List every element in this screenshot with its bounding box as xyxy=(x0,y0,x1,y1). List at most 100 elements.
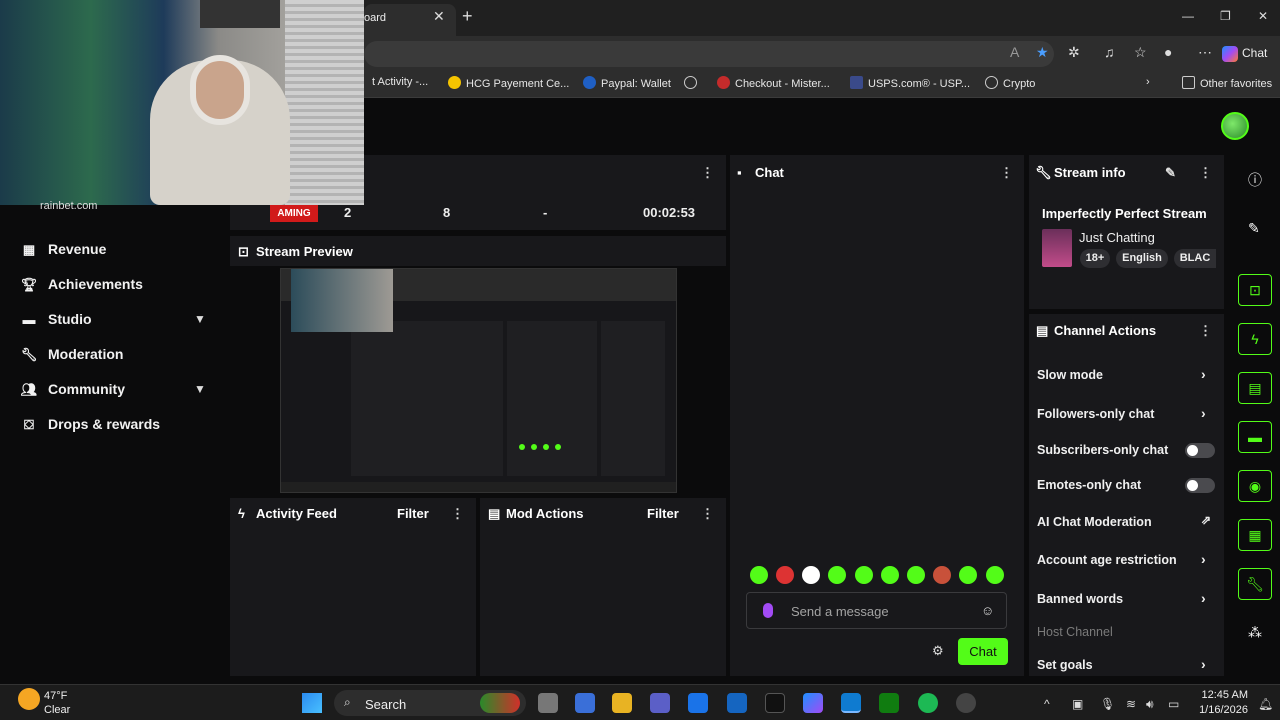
address-bar[interactable] xyxy=(364,41,1054,67)
favorites-chevron-icon[interactable]: › xyxy=(1146,76,1150,88)
store-icon[interactable] xyxy=(688,693,708,713)
favorites-icon[interactable]: ☆ xyxy=(1134,44,1147,61)
favorite-link-6[interactable]: Crypto xyxy=(985,76,1035,90)
minimize-icon[interactable]: — xyxy=(1182,9,1194,23)
emote-button[interactable] xyxy=(750,566,768,584)
emote-button[interactable] xyxy=(907,566,925,584)
external-link-icon[interactable]: ⇗ xyxy=(1201,513,1211,527)
user-avatar[interactable] xyxy=(1221,112,1249,140)
profile-icon[interactable]: ● xyxy=(1164,44,1172,60)
sidebar-item-revenue[interactable]: ▦ Revenue xyxy=(20,241,107,258)
chevron-right-icon[interactable]: › xyxy=(1201,590,1206,606)
favorite-link-globe[interactable] xyxy=(684,76,702,90)
stats-menu-icon[interactable]: ⋮ xyxy=(701,165,714,181)
chevron-right-icon[interactable]: › xyxy=(1201,405,1206,421)
activity-filter-button[interactable]: Filter xyxy=(397,506,429,521)
read-aloud-icon[interactable]: A xyxy=(1010,44,1019,60)
tray-app-icon[interactable]: ▣ xyxy=(1072,697,1083,711)
notifications-icon[interactable]: 🔔︎ xyxy=(1258,697,1273,711)
chat-menu-icon[interactable]: ⋮ xyxy=(1000,165,1013,181)
rail-button-tools[interactable]: 🔧︎ xyxy=(1238,568,1272,600)
copilot-app-icon[interactable] xyxy=(803,693,823,713)
teams-icon[interactable] xyxy=(650,693,670,713)
chevron-right-icon[interactable]: › xyxy=(1201,656,1206,672)
followers-only-item[interactable]: Followers-only chat xyxy=(1037,407,1154,421)
rail-button-channel[interactable]: ▦ xyxy=(1238,519,1272,551)
favorite-link-1[interactable]: t Activity -... xyxy=(372,76,428,88)
maximize-icon[interactable]: ❐ xyxy=(1220,9,1231,23)
chevron-down-icon[interactable]: ▼ xyxy=(194,382,206,396)
chevron-down-icon[interactable]: ▼ xyxy=(194,312,206,326)
security-shield-icon[interactable] xyxy=(727,693,747,713)
emoji-icon[interactable]: ☺ xyxy=(981,603,994,618)
channel-actions-menu-icon[interactable]: ⋮ xyxy=(1199,323,1212,339)
other-favorites[interactable]: Other favorites xyxy=(1182,76,1272,90)
obs-icon[interactable] xyxy=(956,693,976,713)
slow-mode-item[interactable]: Slow mode xyxy=(1037,368,1103,382)
stream-preview-video[interactable] xyxy=(280,268,677,493)
volume-icon[interactable]: 🔊︎ xyxy=(1146,697,1154,712)
emote-button[interactable] xyxy=(802,566,820,584)
extensions-icon[interactable]: ✲ xyxy=(1068,44,1080,61)
set-goals-item[interactable]: Set goals xyxy=(1037,658,1093,672)
banned-words-item[interactable]: Banned words xyxy=(1037,592,1123,606)
clock-date[interactable]: 1/16/2026 xyxy=(1198,704,1248,716)
clock-time[interactable]: 12:45 AM xyxy=(1198,689,1248,701)
sidebar-item-drops[interactable]: ⛋ Drops & rewards xyxy=(20,416,160,433)
stream-info-menu-icon[interactable]: ⋮ xyxy=(1199,165,1212,181)
edge-icon[interactable] xyxy=(841,693,861,713)
rail-button-broadcast[interactable]: ◉ xyxy=(1238,470,1272,502)
favorite-link-3[interactable]: Paypal: Wallet xyxy=(583,76,671,90)
microphone-tray-icon[interactable]: 🎙︎ xyxy=(1100,697,1115,711)
wifi-icon[interactable]: ≋ xyxy=(1126,697,1136,711)
spotify-icon[interactable] xyxy=(918,693,938,713)
mod-menu-icon[interactable]: ⋮ xyxy=(701,506,714,522)
sidebar-item-achievements[interactable]: 🏆︎ Achievements xyxy=(20,276,143,293)
rail-button-activity[interactable]: ϟ xyxy=(1238,323,1272,355)
apps-icon[interactable]: ⁂ xyxy=(1248,624,1262,641)
chat-settings-icon[interactable]: ⚙ xyxy=(932,643,944,659)
sidebar-item-moderation[interactable]: 🔧︎ Moderation xyxy=(20,346,124,363)
copilot-chat-button[interactable]: Chat xyxy=(1222,41,1278,65)
emote-button[interactable] xyxy=(933,566,951,584)
sidebar-item-studio[interactable]: ▬ Studio xyxy=(20,311,92,327)
ai-moderation-item[interactable]: AI Chat Moderation xyxy=(1037,515,1152,529)
subscribers-only-toggle[interactable] xyxy=(1185,443,1215,458)
activity-menu-icon[interactable]: ⋮ xyxy=(451,506,464,522)
emote-button[interactable] xyxy=(776,566,794,584)
mod-filter-button[interactable]: Filter xyxy=(647,506,679,521)
weather-moon-icon[interactable] xyxy=(18,688,40,710)
chevron-right-icon[interactable]: › xyxy=(1201,366,1206,382)
sidebar-item-community[interactable]: 👥︎ Community xyxy=(20,381,125,398)
emote-button[interactable] xyxy=(855,566,873,584)
emotes-only-toggle[interactable] xyxy=(1185,478,1215,493)
file-explorer-icon[interactable] xyxy=(612,693,632,713)
tiktok-icon[interactable] xyxy=(765,693,785,713)
edit-pencil-icon[interactable]: ✎ xyxy=(1165,165,1176,181)
emote-button[interactable] xyxy=(828,566,846,584)
rail-button-chat[interactable]: ▬ xyxy=(1238,421,1272,453)
rail-button-preview[interactable]: ⊡ xyxy=(1238,274,1272,306)
microphone-icon[interactable] xyxy=(763,603,773,618)
emote-button[interactable] xyxy=(881,566,899,584)
close-window-icon[interactable]: ✕ xyxy=(1258,9,1268,23)
windows-start-icon[interactable] xyxy=(302,693,322,713)
favorite-link-2[interactable]: HCG Payement Ce... xyxy=(448,76,569,90)
new-tab-icon[interactable]: + xyxy=(462,6,473,27)
task-view-icon[interactable] xyxy=(538,693,558,713)
emote-button[interactable] xyxy=(986,566,1004,584)
favorite-link-4[interactable]: Checkout - Mister... xyxy=(717,76,830,90)
chevron-right-icon[interactable]: › xyxy=(1201,551,1206,567)
battery-icon[interactable]: ▭ xyxy=(1168,697,1179,711)
more-icon[interactable]: ⋯ xyxy=(1198,44,1212,61)
chat-send-button[interactable]: Chat xyxy=(958,638,1008,665)
tray-chevron-icon[interactable]: ^ xyxy=(1044,697,1050,711)
emote-button[interactable] xyxy=(959,566,977,584)
tab-close-icon[interactable]: ✕ xyxy=(433,8,445,25)
favorite-star-icon[interactable]: ★ xyxy=(1036,44,1049,61)
app-icon[interactable] xyxy=(575,693,595,713)
media-icon[interactable]: ♫ xyxy=(1104,44,1115,60)
info-icon[interactable]: ⓘ xyxy=(1248,170,1262,190)
rail-button-mod-actions[interactable]: ▤ xyxy=(1238,372,1272,404)
favorite-link-5[interactable]: USPS.com® - USP... xyxy=(850,76,970,90)
